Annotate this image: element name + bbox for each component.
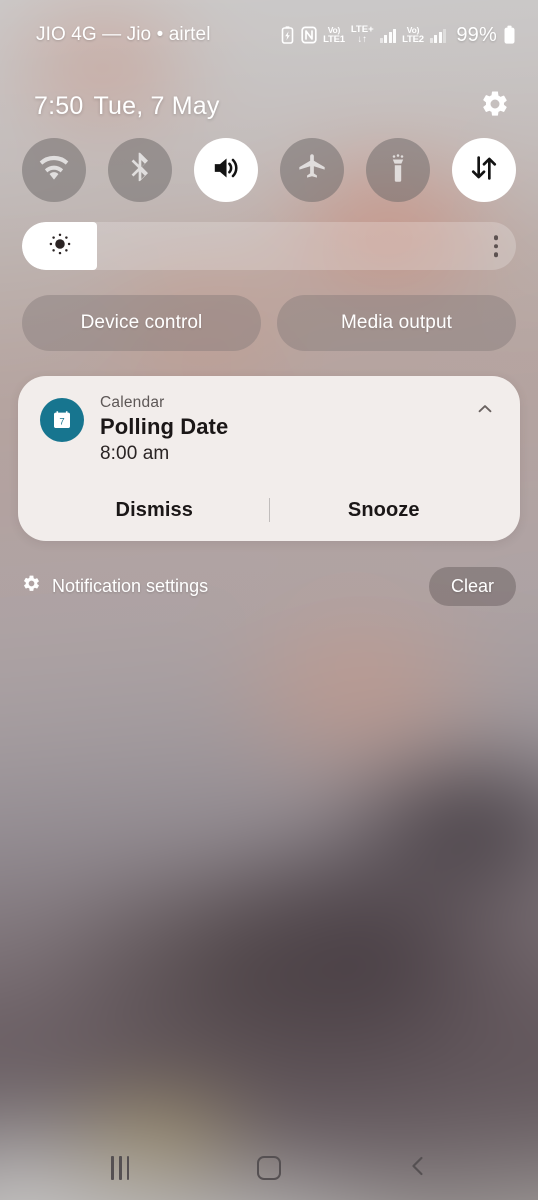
lte-plus-data-icon: LTE+ ↓↑ — [351, 25, 374, 45]
flashlight-toggle[interactable] — [366, 138, 430, 202]
status-icon-tray: Vo) LTE1 LTE+ ↓↑ Vo) LTE2 99% — [280, 24, 516, 47]
sound-toggle[interactable] — [194, 138, 258, 202]
shade-shortcut-row: Device control Media output — [22, 295, 516, 351]
home-icon — [256, 1156, 281, 1180]
gear-icon — [22, 574, 41, 598]
notification-app-name: Calendar — [100, 394, 165, 411]
device-control-button[interactable]: Device control — [22, 295, 261, 351]
back-icon — [405, 1153, 431, 1184]
clear-all-button[interactable]: Clear — [428, 566, 516, 606]
flashlight-icon — [382, 152, 414, 189]
brightness-more-button[interactable] — [493, 235, 498, 257]
mobile-data-toggle[interactable] — [452, 138, 516, 202]
notification-header: 7 Calendar Polling Date 8:00 am — [40, 394, 498, 465]
notification-collapse-button[interactable] — [472, 398, 498, 424]
shade-header: 7:50 Tue, 7 May — [0, 82, 538, 130]
signal-sim2-icon — [429, 28, 447, 43]
gear-icon — [480, 89, 510, 124]
battery-icon — [503, 25, 516, 45]
brightness-slider-fill — [22, 222, 97, 270]
sound-icon — [210, 152, 242, 189]
navigation-bar — [0, 1136, 538, 1200]
volte-sim2-icon: Vo) LTE2 — [402, 26, 424, 44]
snooze-button[interactable]: Snooze — [270, 499, 499, 522]
data-arrows-label: ↓↑ — [357, 34, 367, 45]
nfc-icon — [301, 26, 317, 44]
clock-date: Tue, 7 May — [93, 91, 220, 120]
recents-button[interactable] — [85, 1145, 155, 1191]
notification-shade-screen: JIO 4G — Jio • airtel Vo) LTE1 LTE+ ↓↑ V… — [0, 0, 538, 1200]
settings-button[interactable] — [478, 89, 512, 123]
home-button[interactable] — [234, 1145, 304, 1191]
airplane-icon — [296, 152, 328, 189]
notification-card[interactable]: 7 Calendar Polling Date 8:00 am Dismiss … — [18, 376, 520, 541]
back-button[interactable] — [383, 1145, 453, 1191]
recents-icon — [111, 1156, 130, 1180]
clock-and-date[interactable]: 7:50 Tue, 7 May — [34, 92, 220, 121]
quick-settings-toggles — [0, 138, 538, 202]
notification-text: Calendar Polling Date 8:00 am — [100, 394, 456, 465]
signal-sim1-icon — [379, 28, 397, 43]
dismiss-button[interactable]: Dismiss — [40, 499, 269, 522]
clock-time: 7:50 — [34, 91, 84, 120]
notification-action-row: Dismiss Snooze — [40, 479, 498, 541]
volte-sim2-bottom: LTE2 — [402, 33, 424, 45]
volte-sim1-bottom: LTE1 — [323, 33, 345, 45]
brightness-slider[interactable] — [22, 222, 516, 270]
svg-text:7: 7 — [59, 417, 64, 428]
notification-settings-button[interactable]: Notification settings — [22, 574, 208, 598]
battery-saver-icon — [280, 26, 295, 44]
bluetooth-toggle[interactable] — [108, 138, 172, 202]
notification-footer: Notification settings Clear — [22, 566, 516, 606]
chevron-up-icon — [474, 398, 496, 425]
wifi-icon — [37, 151, 71, 190]
battery-percent-label: 99% — [456, 23, 497, 46]
notification-subtitle: 8:00 am — [100, 443, 170, 464]
status-bar: JIO 4G — Jio • airtel Vo) LTE1 LTE+ ↓↑ V… — [0, 0, 538, 70]
airplane-toggle[interactable] — [280, 138, 344, 202]
calendar-icon: 7 — [40, 398, 84, 442]
media-output-button[interactable]: Media output — [277, 295, 516, 351]
carrier-label: JIO 4G — Jio • airtel — [36, 24, 211, 45]
wifi-toggle[interactable] — [22, 138, 86, 202]
mobile-data-icon — [468, 152, 500, 189]
notification-settings-label: Notification settings — [52, 575, 209, 596]
notification-title: Polling Date — [100, 414, 229, 439]
bluetooth-icon — [124, 152, 156, 189]
more-options-icon — [493, 235, 498, 240]
brightness-icon — [47, 231, 73, 262]
volte-sim1-icon: Vo) LTE1 — [323, 26, 345, 44]
